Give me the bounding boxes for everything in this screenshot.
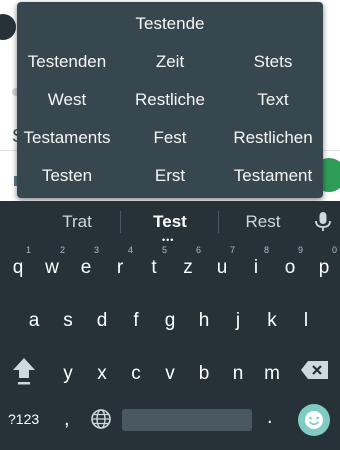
key-label: m bbox=[264, 363, 280, 384]
backspace-key[interactable] bbox=[300, 360, 330, 380]
popup-suggestion[interactable]: Testen bbox=[12, 166, 122, 186]
key-e[interactable]: e3 bbox=[69, 243, 103, 287]
key-label: d bbox=[96, 310, 108, 331]
key-k[interactable]: k bbox=[255, 296, 289, 340]
key-j[interactable]: j bbox=[221, 296, 255, 340]
popup-suggestion[interactable]: West bbox=[12, 90, 122, 110]
key-label: o bbox=[284, 257, 296, 278]
popup-row: Testaments Fest Restlichen bbox=[17, 128, 323, 156]
key-number-hint: 9 bbox=[297, 245, 303, 255]
globe-key[interactable] bbox=[90, 408, 112, 430]
key-label: l bbox=[303, 310, 309, 331]
popup-suggestion[interactable]: Erst bbox=[115, 166, 225, 186]
key-a[interactable]: a bbox=[17, 296, 51, 340]
key-label: v bbox=[165, 363, 175, 384]
key-t[interactable]: t5 bbox=[137, 243, 171, 287]
suggestion-middle[interactable]: Test bbox=[120, 212, 220, 232]
key-number-hint: 8 bbox=[263, 245, 269, 255]
key-label: q bbox=[12, 257, 24, 278]
key-label: u bbox=[216, 257, 228, 278]
key-q[interactable]: q1 bbox=[1, 243, 35, 287]
key-label: r bbox=[116, 257, 124, 278]
key-number-hint: 4 bbox=[127, 245, 133, 255]
key-r[interactable]: r4 bbox=[103, 243, 137, 287]
key-z[interactable]: z6 bbox=[171, 243, 205, 287]
key-label: y bbox=[63, 363, 73, 384]
key-label: z bbox=[183, 257, 193, 278]
popup-suggestion[interactable]: Stets bbox=[218, 52, 328, 72]
key-label: w bbox=[45, 257, 59, 278]
globe-icon bbox=[91, 409, 111, 429]
space-bar[interactable] bbox=[122, 409, 252, 431]
key-label: j bbox=[235, 310, 241, 331]
popup-suggestion[interactable]: Zeit bbox=[115, 52, 225, 72]
popup-suggestion[interactable]: Testenden bbox=[12, 52, 122, 72]
popup-suggestion[interactable]: Testament bbox=[218, 166, 328, 186]
key-label: t bbox=[151, 257, 157, 278]
key-w[interactable]: w2 bbox=[35, 243, 69, 287]
key-label: a bbox=[28, 310, 40, 331]
popup-suggestion[interactable]: Testaments bbox=[12, 128, 122, 148]
key-p[interactable]: p0 bbox=[307, 243, 340, 287]
key-b[interactable]: b bbox=[187, 349, 221, 393]
suggestion-strip: Trat Test Rest ••• bbox=[0, 201, 340, 245]
popup-row: West Restliche Text bbox=[17, 90, 323, 118]
popup-suggestion[interactable]: Fest bbox=[115, 128, 225, 148]
key-c[interactable]: c bbox=[119, 349, 153, 393]
key-label: k bbox=[267, 310, 277, 331]
popup-suggestion[interactable]: Restlichen bbox=[218, 128, 328, 148]
popup-suggestion[interactable]: Restliche bbox=[115, 90, 225, 110]
comma-key[interactable]: , bbox=[64, 408, 70, 431]
key-label: c bbox=[131, 363, 141, 384]
popup-row: Testenden Zeit Stets bbox=[17, 52, 323, 80]
popup-row: Testen Erst Testament bbox=[17, 166, 323, 194]
key-i[interactable]: i8 bbox=[239, 243, 273, 287]
key-label: g bbox=[164, 310, 176, 331]
word-suggestion-popup: Testende Testenden Zeit Stets West Restl… bbox=[17, 2, 323, 198]
shift-icon bbox=[13, 358, 35, 385]
key-label: x bbox=[97, 363, 107, 384]
backspace-icon bbox=[301, 361, 328, 379]
key-number-hint: 7 bbox=[229, 245, 235, 255]
key-number-hint: 3 bbox=[93, 245, 99, 255]
key-l[interactable]: l bbox=[289, 296, 323, 340]
background-avatar bbox=[0, 14, 16, 40]
key-y[interactable]: y bbox=[51, 349, 85, 393]
key-o[interactable]: o9 bbox=[273, 243, 307, 287]
mic-icon[interactable] bbox=[313, 211, 333, 233]
key-number-hint: 2 bbox=[59, 245, 65, 255]
key-label: p bbox=[318, 257, 330, 278]
popup-suggestion[interactable]: Text bbox=[218, 90, 328, 110]
emoji-key[interactable] bbox=[298, 404, 330, 436]
key-label: b bbox=[198, 363, 210, 384]
key-v[interactable]: v bbox=[153, 349, 187, 393]
emoji-icon bbox=[305, 411, 323, 429]
key-label: i bbox=[253, 257, 259, 278]
key-number-hint: 6 bbox=[195, 245, 201, 255]
key-g[interactable]: g bbox=[153, 296, 187, 340]
key-number-hint: 5 bbox=[161, 245, 167, 255]
key-number-hint: 0 bbox=[331, 245, 337, 255]
period-key[interactable]: . bbox=[267, 406, 273, 429]
key-x[interactable]: x bbox=[85, 349, 119, 393]
key-u[interactable]: u7 bbox=[205, 243, 239, 287]
key-number-hint: 1 bbox=[25, 245, 31, 255]
key-label: e bbox=[80, 257, 92, 278]
key-label: s bbox=[63, 310, 73, 331]
key-n[interactable]: n bbox=[221, 349, 255, 393]
popup-suggestion[interactable]: Testende bbox=[17, 14, 323, 34]
key-label: h bbox=[198, 310, 210, 331]
key-f[interactable]: f bbox=[119, 296, 153, 340]
symbols-key[interactable]: ?123 bbox=[8, 411, 39, 427]
suggestion-right[interactable]: Rest bbox=[213, 212, 313, 232]
key-label: f bbox=[133, 310, 139, 331]
suggestion-left[interactable]: Trat bbox=[27, 212, 127, 232]
key-m[interactable]: m bbox=[255, 349, 289, 393]
key-h[interactable]: h bbox=[187, 296, 221, 340]
key-d[interactable]: d bbox=[85, 296, 119, 340]
shift-key[interactable] bbox=[10, 355, 38, 389]
key-s[interactable]: s bbox=[51, 296, 85, 340]
key-label: n bbox=[232, 363, 244, 384]
